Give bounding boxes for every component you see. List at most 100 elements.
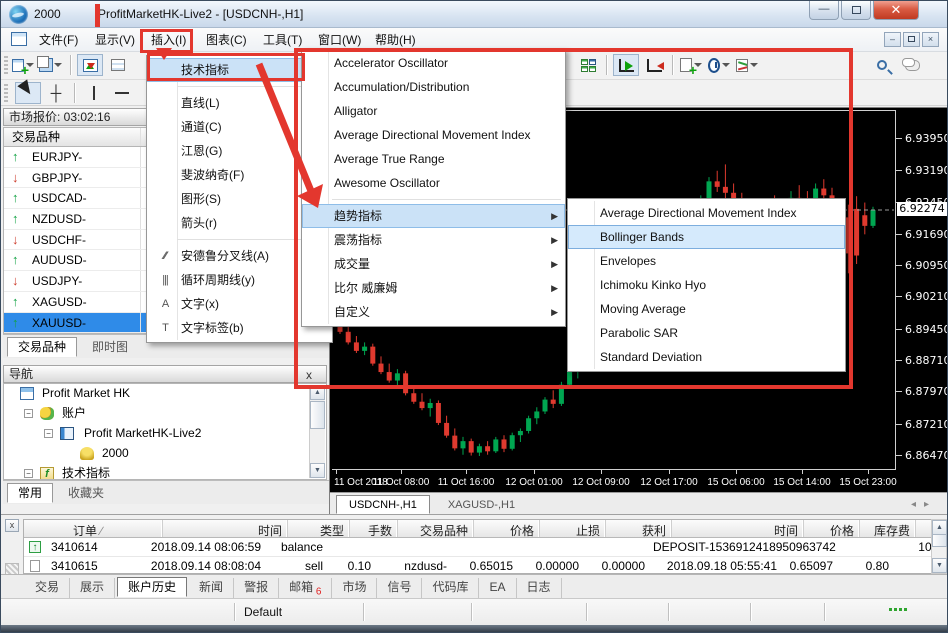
column-header-库存费[interactable]: 库存费	[860, 520, 916, 537]
column-header-时间[interactable]: 时间	[163, 520, 288, 537]
profiles-button[interactable]	[39, 54, 65, 76]
dropdown-caret-icon[interactable]	[54, 63, 62, 67]
history-row[interactable]: ↑34106142018.09.14 08:06:59balanceDEPOSI…	[24, 538, 936, 557]
menu-item-Accumulation/Distribution[interactable]: Accumulation/Distribution	[302, 75, 565, 99]
auto-scroll-button[interactable]	[613, 54, 639, 76]
dropdown-caret-icon[interactable]	[722, 63, 730, 67]
market-watch-tab-即时图[interactable]: 即时图	[81, 337, 139, 357]
column-header-类型[interactable]: 类型	[288, 520, 350, 537]
indicators-button[interactable]	[735, 54, 761, 76]
terminal-tab-信号[interactable]: 信号	[377, 578, 422, 598]
zoom-button[interactable]	[869, 54, 895, 76]
dropdown-caret-icon[interactable]	[750, 63, 758, 67]
horizontal-line-button[interactable]	[109, 82, 135, 104]
navigator-tab-常用[interactable]: 常用	[7, 483, 53, 503]
menu-item-比尔 威廉姆[interactable]: 比尔 威廉姆▶	[302, 276, 565, 300]
market-watch-tab-交易品种[interactable]: 交易品种	[7, 337, 77, 357]
data-window-button[interactable]	[105, 54, 131, 76]
terminal-tab-邮箱[interactable]: 邮箱 6	[279, 578, 332, 598]
menu-item-Bollinger Bands[interactable]: Bollinger Bands	[568, 225, 845, 249]
terminal-tab-交易[interactable]: 交易	[25, 578, 70, 598]
scrollbar-thumb[interactable]	[310, 401, 325, 429]
terminal-close-icon[interactable]: x	[5, 519, 19, 532]
crosshair-button[interactable]: ┼	[43, 82, 69, 104]
menu-item-成交量[interactable]: 成交量▶	[302, 252, 565, 276]
terminal-tab-EA[interactable]: EA	[479, 578, 516, 598]
terminal-tab-代码库[interactable]: 代码库	[422, 578, 479, 598]
column-header-止损[interactable]: 止损	[540, 520, 606, 537]
menu-item-Accelerator Oscillator[interactable]: Accelerator Oscillator	[302, 51, 565, 75]
terminal-tab-账户历史[interactable]: 账户历史	[117, 577, 187, 597]
expander-icon[interactable]: −	[44, 429, 53, 438]
menu-item-震荡指标[interactable]: 震荡指标▶	[302, 228, 565, 252]
column-header-价格[interactable]: 价格	[474, 520, 540, 537]
new-chart-button[interactable]	[11, 54, 37, 76]
menu-item-Ichimoku Kinko Hyo[interactable]: Ichimoku Kinko Hyo	[568, 273, 845, 297]
cursor-button[interactable]	[15, 82, 41, 104]
terminal-scrollbar[interactable]: ▲ ▼	[931, 519, 947, 574]
terminal-tab-市场[interactable]: 市场	[332, 578, 377, 598]
chart-tab-USDCNH-,H1[interactable]: USDCNH-,H1	[336, 495, 430, 514]
menu-item-Alligator[interactable]: Alligator	[302, 99, 565, 123]
timeframes-button[interactable]	[707, 54, 733, 76]
mdi-close-button[interactable]: ×	[922, 32, 939, 47]
menu-item-Moving Average[interactable]: Moving Average	[568, 297, 845, 321]
menu-item-Envelopes[interactable]: Envelopes	[568, 249, 845, 273]
market-watch-button[interactable]	[77, 54, 103, 76]
navigator-tab-收藏夹[interactable]: 收藏夹	[57, 483, 115, 503]
new-order-button[interactable]	[679, 54, 705, 76]
terminal-tab-新闻[interactable]: 新闻	[189, 578, 234, 598]
tile-windows-button[interactable]	[575, 54, 601, 76]
price-axis[interactable]: 6.939506.931906.924506.916906.909506.902…	[896, 110, 947, 470]
column-header-订单[interactable]: 订单 ∕	[68, 520, 163, 537]
tree-item-Profit Market HK[interactable]: Profit Market HK	[4, 384, 326, 404]
menu-item-Average True Range[interactable]: Average True Range	[302, 147, 565, 171]
scroll-up-icon[interactable]: ▲	[310, 385, 325, 400]
menu-显示(V)[interactable]: 显示(V)	[91, 31, 139, 49]
menu-item-Standard Deviation[interactable]: Standard Deviation	[568, 345, 845, 369]
expander-icon[interactable]: −	[24, 469, 33, 478]
terminal-tab-展示[interactable]: 展示	[70, 578, 115, 598]
toolbar-grip[interactable]	[4, 84, 8, 102]
tab-scroll-arrows[interactable]: ◂▸	[911, 499, 937, 510]
menu-item-Awesome Oscillator[interactable]: Awesome Oscillator	[302, 171, 565, 195]
scrollbar-thumb[interactable]	[932, 534, 947, 547]
time-axis[interactable]: 11 Oct 201811 Oct 08:0011 Oct 16:0012 Oc…	[332, 470, 947, 492]
scroll-down-icon[interactable]: ▼	[932, 558, 947, 573]
column-header-价格[interactable]: 价格	[804, 520, 860, 537]
menu-item-Average Directional Movement Index[interactable]: Average Directional Movement Index	[568, 201, 845, 225]
terminal-tab-日志[interactable]: 日志	[517, 578, 562, 598]
terminal-tab-警报[interactable]: 警报	[234, 578, 279, 598]
scroll-up-icon[interactable]: ▲	[932, 520, 947, 535]
menu-item-Average Directional Movement Index[interactable]: Average Directional Movement Index	[302, 123, 565, 147]
navigator-scrollbar[interactable]: ▲ ▼	[309, 385, 325, 478]
column-header-时间[interactable]: 时间	[672, 520, 804, 537]
column-header-交易品种[interactable]: 交易品种	[398, 520, 474, 537]
chart-shift-button[interactable]	[641, 54, 667, 76]
chat-button[interactable]	[897, 54, 923, 76]
tree-item-技术指标[interactable]: −f技术指标	[4, 464, 326, 480]
history-row[interactable]: 34106152018.09.14 08:08:04sell0.10nzdusd…	[24, 557, 936, 574]
tree-item-Profit MarketHK-Live2[interactable]: −Profit MarketHK-Live2	[4, 424, 326, 444]
chart-tab-XAGUSD-,H1[interactable]: XAGUSD-,H1	[436, 496, 527, 515]
menu-item-自定义[interactable]: 自定义▶	[302, 300, 565, 324]
menu-窗口(W)[interactable]: 窗口(W)	[314, 31, 365, 49]
menu-item-Parabolic SAR[interactable]: Parabolic SAR	[568, 321, 845, 345]
close-button[interactable]: ✕	[873, 1, 919, 20]
menu-图表(C)[interactable]: 图表(C)	[202, 31, 251, 49]
navigator-close-icon[interactable]: x	[306, 367, 312, 383]
minimize-button[interactable]: —	[809, 1, 839, 20]
menu-item-趋势指标[interactable]: 趋势指标▶	[302, 204, 565, 228]
menu-插入(I)[interactable]: 插入(I)	[147, 31, 190, 49]
profile-indicator[interactable]: Default	[244, 605, 282, 619]
toolbar-grip[interactable]	[4, 56, 8, 74]
column-header-获利[interactable]: 获利	[606, 520, 672, 537]
vertical-line-button[interactable]	[81, 82, 107, 104]
maximize-button[interactable]	[841, 1, 871, 20]
tree-item-账户[interactable]: −账户	[4, 404, 326, 424]
mdi-minimize-button[interactable]: –	[884, 32, 901, 47]
tree-item-2000[interactable]: 2000	[4, 444, 326, 464]
expander-icon[interactable]: −	[24, 409, 33, 418]
column-header-手数[interactable]: 手数	[350, 520, 398, 537]
scroll-down-icon[interactable]: ▼	[310, 463, 325, 478]
